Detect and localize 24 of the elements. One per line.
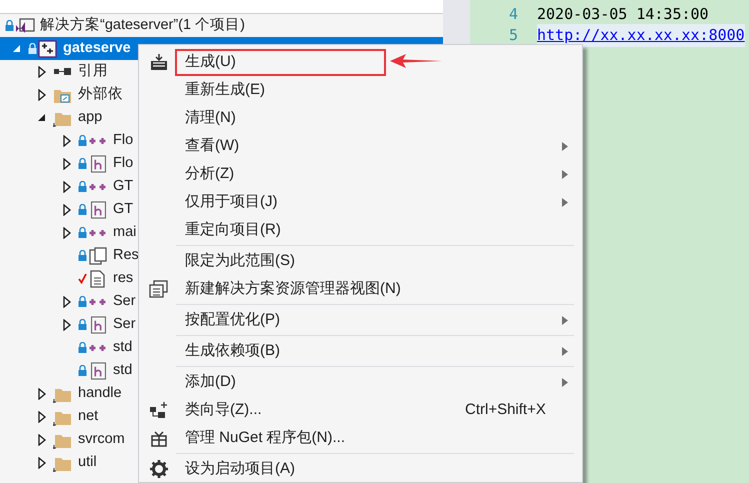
shortcut-label: Ctrl+Shift+X xyxy=(465,400,546,420)
tree-item-label: Ser xyxy=(113,292,136,311)
code-line: 2020-03-05 14:35:00 xyxy=(537,4,709,26)
tree-item-label: app xyxy=(78,108,102,127)
tree-item-label: Ser xyxy=(113,314,136,334)
tree-item-label: 外部依 xyxy=(78,84,123,104)
tree-item-label: handle xyxy=(78,384,122,403)
tree-item-label: net xyxy=(78,406,98,426)
tree-item-label: GT xyxy=(113,200,134,219)
tree-item-label: Flo xyxy=(113,154,134,173)
tree-item-label: GT xyxy=(113,176,134,196)
line-number: 4 xyxy=(508,4,518,26)
tree-item-label: svrcom xyxy=(78,430,125,449)
tree-item-label: Res xyxy=(113,246,139,265)
tree-item-label: res xyxy=(113,268,134,288)
tree-item-label: gateserve xyxy=(63,38,131,58)
tree-item-label: mai xyxy=(113,222,136,242)
tree-item-label: util xyxy=(78,452,97,472)
tree-item-label: std xyxy=(113,338,132,357)
line-number: 5 xyxy=(508,25,518,46)
tree-item-label: Flo xyxy=(113,130,134,150)
tree-item-label: std xyxy=(113,360,132,380)
tree-item-label: 引用 xyxy=(78,62,108,81)
tree-item-label: 解决方案“gateserver”(1 个项目) xyxy=(40,16,245,35)
